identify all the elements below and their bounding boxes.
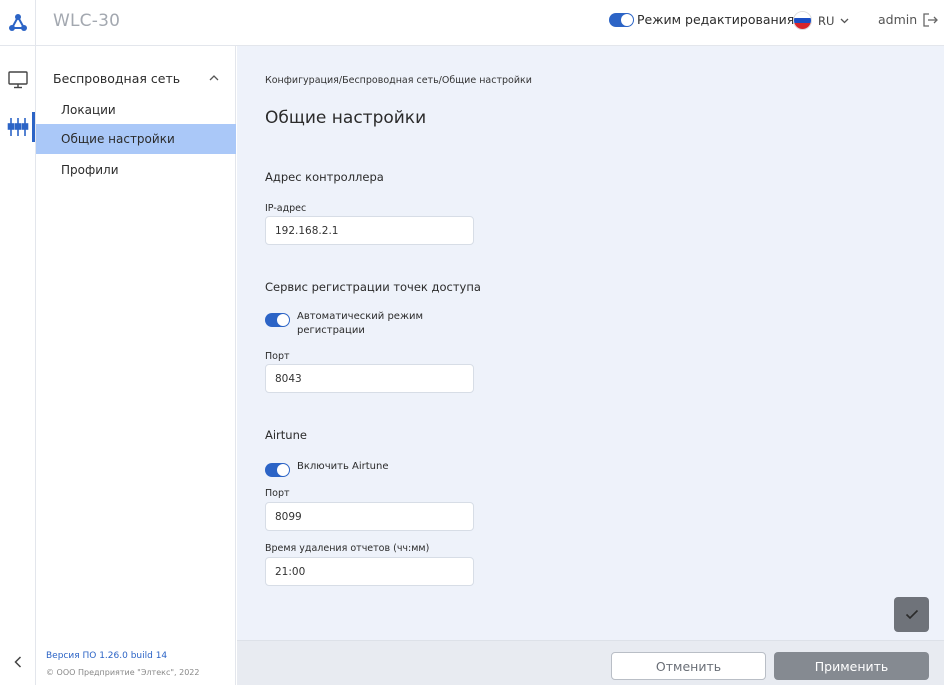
- monitor-icon: [8, 71, 28, 89]
- sidebar-item-label: Общие настройки: [61, 132, 175, 146]
- sidebar-item-label: Профили: [61, 163, 119, 177]
- edit-mode-label: Режим редактирования: [637, 12, 795, 27]
- user-menu[interactable]: admin: [878, 12, 939, 27]
- collapse-sidebar-button[interactable]: [0, 650, 36, 674]
- section-title-airtune: Airtune: [265, 428, 307, 442]
- edit-mode-toggle[interactable]: [609, 12, 634, 27]
- confirm-button[interactable]: [894, 597, 929, 632]
- sidebar-item-locations[interactable]: Локации: [36, 95, 236, 125]
- logo-icon: [8, 13, 27, 31]
- username: admin: [878, 12, 918, 27]
- rail-item-configuration[interactable]: [0, 111, 36, 143]
- section-title-registration: Сервис регистрации точек доступа: [265, 280, 481, 294]
- top-header: WLC-30 Режим редактирования RU admin: [0, 0, 944, 46]
- language-code: RU: [818, 13, 835, 28]
- airtune-enable-switch[interactable]: Включить Airtune: [265, 460, 389, 477]
- registration-port-input[interactable]: [265, 364, 474, 393]
- edit-mode-switch[interactable]: Режим редактирования: [609, 12, 794, 27]
- auto-registration-label: Автоматический режим регистрации: [297, 310, 423, 338]
- russia-flag-icon: [793, 11, 812, 30]
- rail-item-monitoring[interactable]: [0, 64, 36, 96]
- logo[interactable]: [0, 0, 36, 45]
- section-title-controller: Адрес контроллера: [265, 170, 384, 184]
- registration-port-label: Порт: [265, 351, 290, 362]
- chevron-left-icon: [14, 656, 22, 668]
- software-version: Версия ПО 1.26.0 build 14: [46, 651, 168, 661]
- sidebar-item-label: Локации: [61, 103, 116, 117]
- ip-address-input[interactable]: [265, 216, 474, 245]
- sidebar-item-general-settings[interactable]: Общие настройки: [36, 124, 236, 154]
- nav-group-label: Беспроводная сеть: [53, 70, 181, 86]
- app-title: WLC-30: [53, 11, 121, 31]
- auto-registration-toggle[interactable]: [265, 313, 290, 327]
- apply-button[interactable]: Применить: [774, 652, 929, 680]
- page-title: Общие настройки: [265, 108, 427, 128]
- side-navigation: Беспроводная сеть Локации Общие настройк…: [36, 46, 236, 685]
- breadcrumb: Конфигурация/Беспроводная сеть/Общие нас…: [265, 75, 532, 86]
- icon-rail: [0, 46, 36, 685]
- chevron-up-icon: [209, 75, 219, 81]
- auto-registration-switch[interactable]: Автоматический режим регистрации: [265, 310, 423, 338]
- language-selector[interactable]: RU: [793, 11, 849, 30]
- report-delete-time-input[interactable]: [265, 557, 474, 586]
- auto-registration-label-line1: Автоматический режим: [297, 311, 424, 322]
- action-footer: Отменить Применить: [237, 640, 944, 685]
- network-settings-icon: [7, 118, 29, 136]
- copyright: © ООО Предприятие "Элтекс", 2022: [46, 668, 200, 677]
- chevron-down-icon: [840, 18, 849, 23]
- auto-registration-label-line2: регистрации: [297, 325, 365, 336]
- sidebar-item-profiles[interactable]: Профили: [36, 155, 236, 185]
- rail-active-indicator: [32, 112, 35, 142]
- airtune-port-label: Порт: [265, 488, 290, 499]
- airtune-enable-label: Включить Airtune: [297, 461, 389, 472]
- nav-group-wireless[interactable]: Беспроводная сеть: [36, 67, 236, 89]
- cancel-button[interactable]: Отменить: [611, 652, 766, 680]
- checkmark-icon: [905, 609, 918, 620]
- airtune-enable-toggle[interactable]: [265, 463, 290, 477]
- main-content: Конфигурация/Беспроводная сеть/Общие нас…: [237, 46, 944, 640]
- airtune-port-input[interactable]: [265, 502, 474, 531]
- report-delete-time-label: Время удаления отчетов (чч:мм): [265, 543, 430, 554]
- logout-icon[interactable]: [923, 12, 939, 27]
- ip-address-label: IP-адрес: [265, 203, 307, 214]
